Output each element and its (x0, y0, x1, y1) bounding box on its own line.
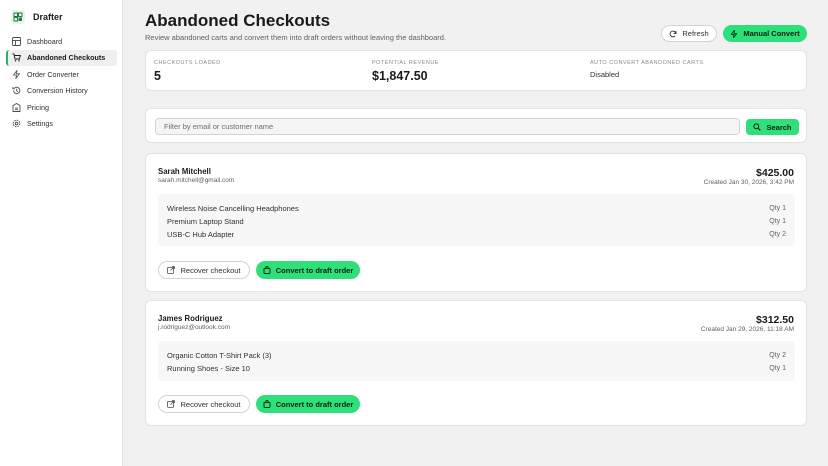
stat-label: AUTO CONVERT ABANDONED CARTS (590, 60, 704, 66)
refresh-icon (669, 30, 677, 38)
search-card: Search (145, 108, 807, 143)
sidebar-item-order-converter[interactable]: Order Converter (6, 66, 117, 82)
sidebar-item-settings[interactable]: Settings (6, 116, 117, 132)
sidebar-item-label: Pricing (27, 102, 49, 112)
sidebar-item-label: Abandoned Checkouts (27, 53, 106, 63)
checkout-total: $312.50 (756, 314, 794, 326)
line-item-title: Running Shoes - Size 10 (167, 363, 250, 373)
stat-checkouts-loaded: CHECKOUTS LOADED 5 (154, 60, 221, 83)
line-item: Premium Laptop Stand Qty 1 (167, 215, 786, 227)
convert-to-draft-button[interactable]: Convert to draft order (256, 261, 360, 279)
convert-to-draft-label: Convert to draft order (275, 399, 354, 409)
cart-icon (12, 53, 21, 62)
stats-card: CHECKOUTS LOADED 5 POTENTIAL REVENUE $1,… (145, 50, 807, 91)
shopping-bag-icon (263, 400, 271, 408)
line-item-title: Premium Laptop Stand (167, 216, 244, 226)
search-icon (753, 123, 762, 131)
checkout-card: James Rodriguez j.rodriguez@outlook.com … (145, 300, 807, 426)
checkout-created: Created Jan 30, 2026, 3:42 PM (703, 179, 794, 186)
sidebar-item-conversion-history[interactable]: Conversion History (6, 83, 117, 99)
checkout-created: Created Jan 29, 2026, 11:18 AM (700, 326, 794, 333)
stat-auto-convert: AUTO CONVERT ABANDONED CARTS Disabled (590, 60, 704, 79)
page-subtitle: Review abandoned carts and convert them … (145, 33, 447, 42)
sidebar-item-label: Dashboard (27, 36, 63, 46)
refresh-button-label: Refresh (682, 29, 709, 38)
stat-value: 5 (154, 69, 161, 83)
line-items: Organic Cotton T-Shirt Pack (3) Qty 2 Ru… (158, 341, 795, 381)
app-name: Drafter (33, 12, 63, 22)
manual-convert-button[interactable]: Manual Convert (723, 25, 807, 42)
app-logo-icon (11, 10, 25, 24)
brand[interactable]: Drafter (11, 10, 63, 24)
pricing-icon (12, 102, 21, 112)
sidebar-item-label: Order Converter (27, 69, 79, 79)
customer-email: sarah.mitchell@gmail.com (158, 177, 235, 184)
history-icon (12, 86, 21, 95)
line-item-qty: Qty 1 (769, 217, 786, 225)
stat-label: POTENTIAL REVENUE (372, 60, 439, 66)
checkout-total: $425.00 (756, 167, 794, 179)
line-item-title: Wireless Noise Cancelling Headphones (167, 203, 299, 213)
line-item-title: Organic Cotton T-Shirt Pack (3) (167, 350, 272, 360)
manual-convert-label: Manual Convert (743, 29, 800, 38)
external-link-icon (167, 400, 176, 408)
refresh-button[interactable]: Refresh (661, 25, 717, 42)
convert-to-draft-button[interactable]: Convert to draft order (256, 395, 360, 413)
recover-checkout-button[interactable]: Recover checkout (158, 395, 250, 413)
search-button-label: Search (766, 122, 792, 132)
line-item-title: USB-C Hub Adapter (167, 229, 235, 239)
bolt-icon (730, 29, 738, 38)
sidebar-item-pricing[interactable]: Pricing (6, 99, 117, 115)
search-button[interactable]: Search (746, 119, 799, 135)
line-item-qty: Qty 1 (769, 204, 786, 212)
stat-potential-revenue: POTENTIAL REVENUE $1,847.50 (372, 60, 439, 83)
customer-name: James Rodriguez (158, 314, 223, 323)
sidebar: Drafter Dashboard Abandoned Checkouts Or… (0, 0, 123, 466)
bolt-icon (12, 69, 21, 79)
stat-status: Disabled (590, 70, 620, 79)
line-item: Running Shoes - Size 10 Qty 1 (167, 362, 786, 374)
recover-checkout-label: Recover checkout (180, 399, 241, 409)
customer-email: j.rodriguez@outlook.com (158, 324, 230, 331)
sidebar-item-label: Conversion History (27, 86, 88, 96)
stat-value: $1,847.50 (372, 69, 428, 83)
line-items: Wireless Noise Cancelling Headphones Qty… (158, 194, 795, 246)
sidebar-nav: Dashboard Abandoned Checkouts Order Conv… (6, 33, 117, 133)
dashboard-icon (12, 36, 21, 46)
stat-label: CHECKOUTS LOADED (154, 60, 221, 66)
recover-checkout-label: Recover checkout (180, 265, 241, 275)
line-item: Organic Cotton T-Shirt Pack (3) Qty 2 (167, 349, 786, 361)
search-input[interactable] (155, 118, 740, 135)
checkout-card: Sarah Mitchell sarah.mitchell@gmail.com … (145, 153, 807, 292)
sidebar-item-dashboard[interactable]: Dashboard (6, 33, 117, 49)
line-item: Wireless Noise Cancelling Headphones Qty… (167, 202, 786, 214)
sidebar-item-abandoned-checkouts[interactable]: Abandoned Checkouts (6, 49, 117, 66)
recover-checkout-button[interactable]: Recover checkout (158, 261, 250, 279)
shopping-bag-icon (263, 266, 271, 274)
line-item-qty: Qty 2 (769, 230, 786, 238)
gear-icon (12, 119, 21, 128)
line-item-qty: Qty 1 (769, 364, 786, 372)
external-link-icon (167, 266, 176, 274)
line-item-qty: Qty 2 (769, 351, 786, 359)
customer-name: Sarah Mitchell (158, 167, 211, 176)
convert-to-draft-label: Convert to draft order (275, 265, 354, 275)
line-item: USB-C Hub Adapter Qty 2 (167, 228, 786, 240)
sidebar-item-label: Settings (27, 119, 53, 129)
page-title: Abandoned Checkouts (145, 11, 331, 30)
